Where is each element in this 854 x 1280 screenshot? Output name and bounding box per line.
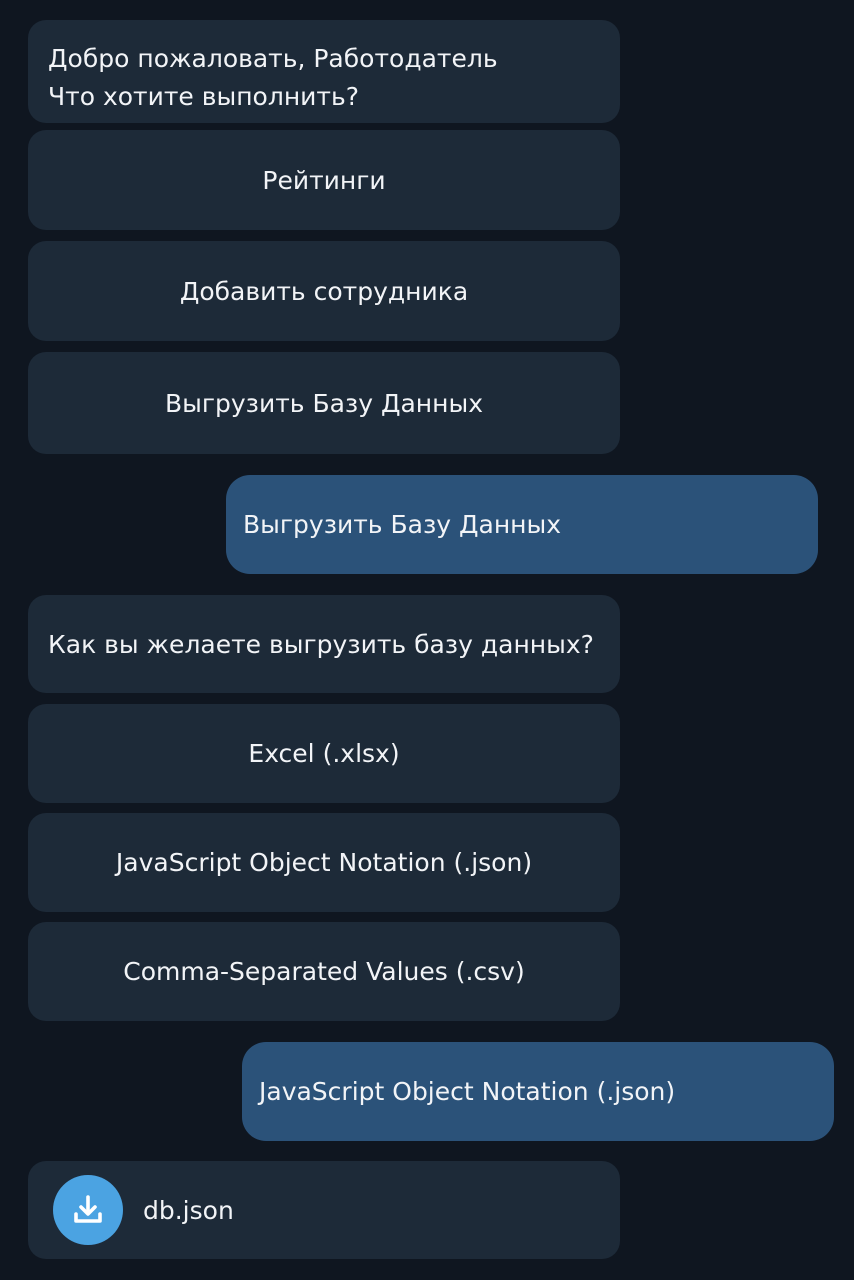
excel-format-button[interactable]: Excel (.xlsx)	[28, 704, 620, 803]
download-icon	[74, 1195, 102, 1223]
ratings-button[interactable]: Рейтинги	[28, 130, 620, 230]
user-reply-export-db: Выгрузить Базу Данных	[226, 475, 818, 574]
user-reply-text: JavaScript Object Notation (.json)	[259, 1077, 676, 1106]
user-reply-json: JavaScript Object Notation (.json)	[242, 1042, 834, 1141]
download-button[interactable]	[53, 1175, 123, 1245]
file-name[interactable]: db.json	[143, 1196, 234, 1225]
export-db-button[interactable]: Выгрузить Базу Данных	[28, 352, 620, 454]
json-format-button[interactable]: JavaScript Object Notation (.json)	[28, 813, 620, 912]
greeting-line-2: Что хотите выполнить?	[48, 82, 359, 111]
csv-format-button[interactable]: Comma-Separated Values (.csv)	[28, 922, 620, 1021]
export-question-text: Как вы желаете выгрузить базу данных?	[48, 629, 594, 659]
greeting-line-1: Добро пожаловать, Работодатель	[48, 44, 498, 73]
export-question-message: Как вы желаете выгрузить базу данных?	[28, 595, 620, 693]
add-employee-button[interactable]: Добавить сотрудника	[28, 241, 620, 341]
file-message: db.json	[28, 1161, 620, 1259]
greeting-message: Добро пожаловать, Работодатель Что хотит…	[28, 20, 620, 123]
user-reply-text: Выгрузить Базу Данных	[243, 510, 562, 539]
